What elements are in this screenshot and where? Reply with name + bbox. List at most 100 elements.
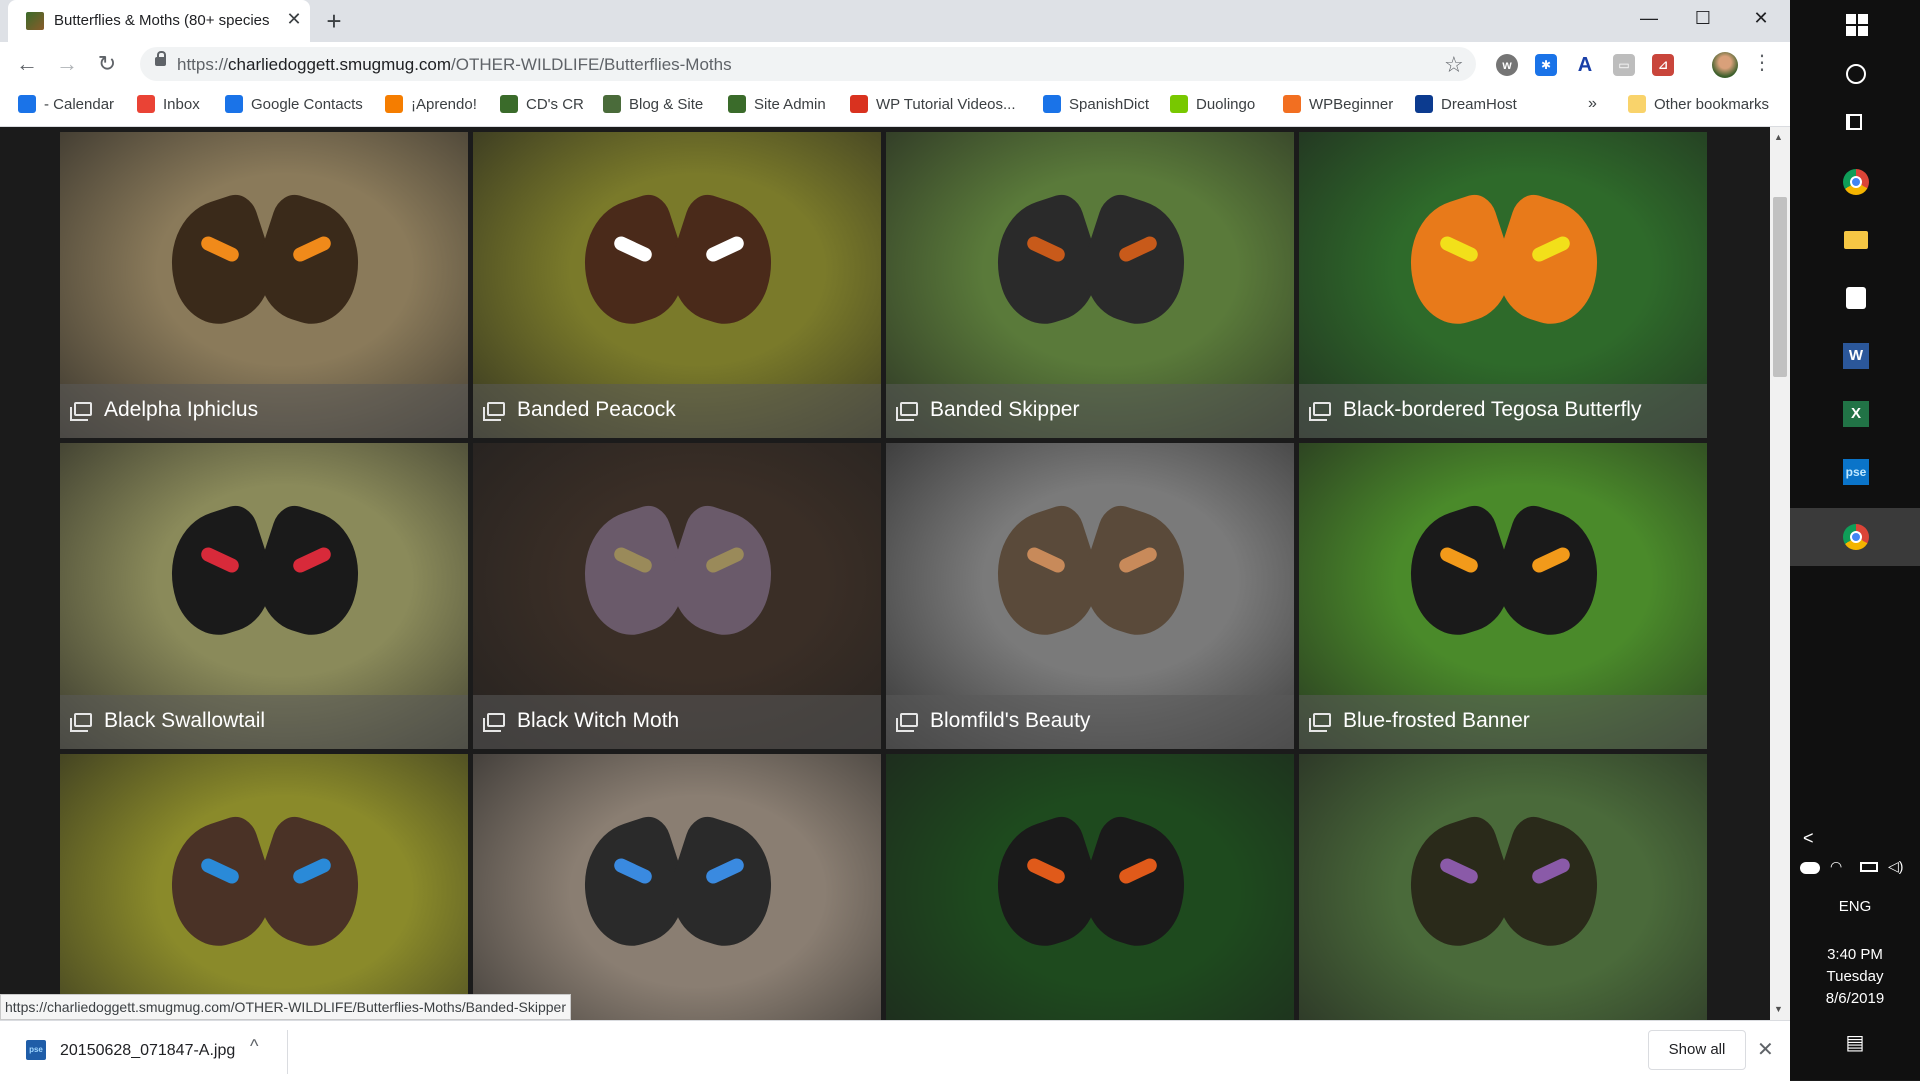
bookmark-item[interactable]: WPBeginner (1283, 95, 1393, 115)
gallery-tile[interactable]: Adelpha Iphiclus (60, 132, 468, 438)
download-options-chevron-icon[interactable]: ^ (250, 1036, 258, 1057)
file-explorer-icon[interactable] (1840, 224, 1872, 256)
back-button[interactable]: ← (13, 50, 41, 78)
action-center-icon[interactable]: ▤ (1790, 1030, 1920, 1055)
a-extension-icon[interactable]: A (1574, 54, 1596, 76)
scroll-up-arrow-icon[interactable]: ▲ (1774, 132, 1783, 142)
gallery-caption[interactable]: Black Swallowtail (60, 695, 468, 749)
gallery-caption[interactable]: Black-bordered Tegosa Butterfly (1299, 384, 1707, 438)
profile-avatar[interactable] (1712, 52, 1738, 78)
bookmark-star-icon[interactable]: ☆ (1444, 52, 1464, 78)
bookmark-label: WP Tutorial Videos... (876, 96, 1016, 113)
clock-day[interactable]: Tuesday (1790, 968, 1920, 985)
battery-icon[interactable] (1860, 862, 1878, 872)
clock-time[interactable]: 3:40 PM (1790, 946, 1920, 963)
bookmark-item[interactable]: Google Contacts (225, 95, 363, 115)
download-shelf (0, 1020, 1790, 1081)
bookmark-label: WPBeginner (1309, 96, 1394, 113)
gallery-tile[interactable]: Blomfild's Beauty (886, 443, 1294, 749)
maximize-button[interactable]: ☐ (1674, 0, 1732, 36)
gallery-caption[interactable]: Blomfild's Beauty (886, 695, 1294, 749)
gallery-title: Black Swallowtail (104, 709, 266, 732)
bookmarks-overflow-icon[interactable]: » (1588, 95, 1597, 115)
bookmark-item[interactable]: ¡Aprendo! (385, 95, 477, 115)
bookmark-item[interactable]: Duolingo (1170, 95, 1255, 115)
bookmark-item[interactable]: Inbox (137, 95, 200, 115)
bookmark-label: ¡Aprendo! (411, 96, 477, 113)
dreamhost-icon (1415, 95, 1433, 113)
word-icon[interactable]: W (1840, 340, 1872, 372)
photoshop-elements-icon[interactable]: pse (1840, 456, 1872, 488)
butterfly-wing-right (656, 500, 790, 646)
bookmark-label: Inbox (163, 96, 200, 113)
gallery-title: Adelpha Iphiclus (104, 398, 259, 421)
solitaire-icon[interactable] (1840, 282, 1872, 314)
butterfly-wing-right (243, 189, 377, 335)
close-download-shelf-icon[interactable]: ✕ (1757, 1037, 1774, 1062)
gallery-folder-icon (483, 402, 505, 421)
gallery-tile[interactable]: Black Swallowtail (60, 443, 468, 749)
gallery-caption[interactable]: Banded Skipper (886, 384, 1294, 438)
close-window-button[interactable]: ✕ (1732, 0, 1790, 36)
gallery-title: Blomfild's Beauty (930, 709, 1091, 732)
snowflake-extension-icon[interactable]: ✱ (1535, 54, 1557, 76)
gallery-tile[interactable]: Black Witch Moth (473, 443, 881, 749)
pdf-extension-icon[interactable]: ⊿ (1652, 54, 1674, 76)
gallery-caption[interactable]: Adelpha Iphiclus (60, 384, 468, 438)
gallery-caption[interactable]: Black Witch Moth (473, 695, 881, 749)
minimize-button[interactable]: — (1620, 0, 1678, 36)
gallery-tile[interactable] (886, 754, 1294, 1020)
volume-icon[interactable]: ◁) (1888, 858, 1903, 875)
bookmark-item[interactable]: - Calendar (18, 95, 114, 115)
download-filename[interactable]: 20150628_071847-A.jpg (60, 1042, 235, 1060)
gallery-tile[interactable]: Black-bordered Tegosa Butterfly (1299, 132, 1707, 438)
excel-icon[interactable]: X (1840, 398, 1872, 430)
address-url[interactable]: https://charliedoggett.smugmug.com/OTHER… (177, 55, 732, 75)
calendar-icon (18, 95, 36, 113)
blogger-icon (385, 95, 403, 113)
bookmark-item[interactable]: Blog & Site (603, 95, 703, 115)
gallery-tile[interactable]: Banded Skipper (886, 132, 1294, 438)
cortana-icon[interactable] (1840, 58, 1872, 90)
tray-chevron-icon[interactable]: < (1803, 828, 1814, 849)
chrome-taskbar-icon[interactable] (1840, 166, 1872, 198)
show-all-downloads-button[interactable]: Show all (1648, 1030, 1746, 1070)
windows-start-icon[interactable] (1840, 8, 1872, 40)
scroll-down-arrow-icon[interactable]: ▼ (1774, 1004, 1783, 1014)
bookmark-item[interactable]: WP Tutorial Videos... (850, 95, 1016, 115)
bookmark-label: - Calendar (44, 96, 115, 113)
wifi-icon[interactable]: ◠ (1830, 858, 1842, 875)
gallery-tile[interactable]: Blue-frosted Banner (1299, 443, 1707, 749)
cast-extension-icon[interactable]: ▭ (1613, 54, 1635, 76)
gallery-title: Banded Peacock (517, 398, 676, 421)
gallery-tile[interactable]: Banded Peacock (473, 132, 881, 438)
bookmark-item[interactable]: CD's CR (500, 95, 584, 115)
clock-date[interactable]: 8/6/2019 (1790, 990, 1920, 1007)
bookmark-label: Blog & Site (629, 96, 704, 113)
new-tab-button[interactable]: + (320, 7, 348, 35)
browser-tab-active[interactable]: Butterflies & Moths (80+ species ✕ (8, 0, 310, 42)
gallery-tile[interactable] (1299, 754, 1707, 1020)
gallery-folder-icon (896, 713, 918, 732)
scrollbar-thumb[interactable] (1773, 197, 1787, 377)
w-extension-icon[interactable]: w (1496, 54, 1518, 76)
lock-icon[interactable] (155, 51, 166, 66)
bookmark-item[interactable]: DreamHost (1415, 95, 1517, 115)
language-indicator[interactable]: ENG (1790, 898, 1920, 915)
chrome-menu-icon[interactable]: ⋮ (1752, 50, 1772, 75)
chrome-active-taskbar-icon[interactable] (1840, 521, 1872, 553)
task-view-icon[interactable] (1840, 108, 1872, 140)
other-bookmarks-folder[interactable]: Other bookmarks (1628, 95, 1769, 115)
bookmark-item[interactable]: Site Admin (728, 95, 826, 115)
butterfly-wing-right (1482, 189, 1616, 335)
bookmark-item[interactable]: SpanishDict (1043, 95, 1149, 115)
gallery-caption[interactable]: Banded Peacock (473, 384, 881, 438)
reload-button[interactable]: ↻ (93, 50, 121, 78)
onedrive-icon[interactable] (1800, 862, 1820, 874)
gallery-caption[interactable]: Blue-frosted Banner (1299, 695, 1707, 749)
tab-close-icon[interactable]: ✕ (284, 9, 304, 29)
forward-button[interactable]: → (53, 50, 81, 78)
gallery-tile[interactable] (473, 754, 881, 1020)
butterfly-wing-right (243, 811, 377, 957)
gallery-tile[interactable] (60, 754, 468, 1020)
